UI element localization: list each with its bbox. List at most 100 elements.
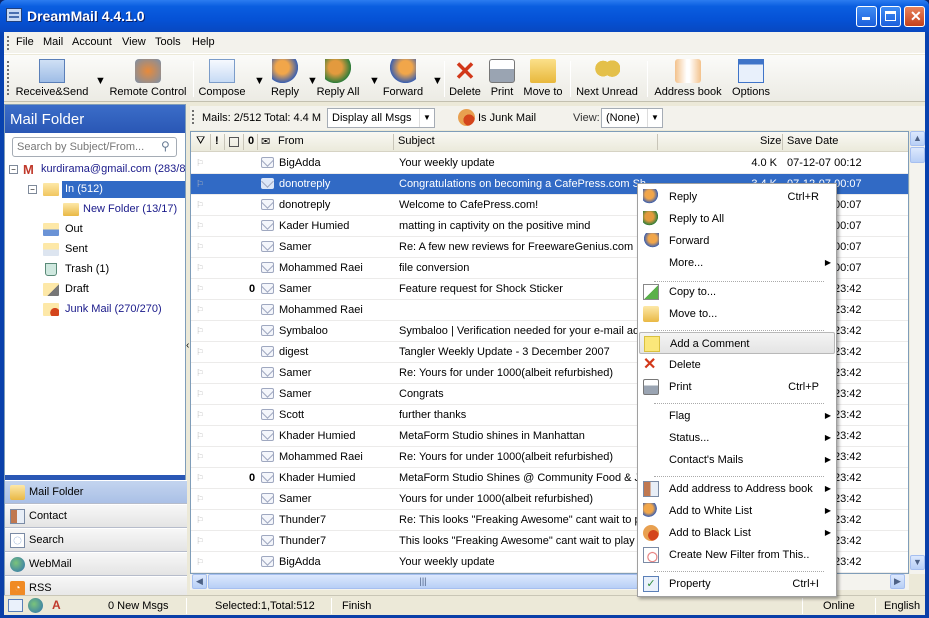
column-save-date[interactable]: Save Date bbox=[787, 135, 838, 147]
menubar-grip[interactable] bbox=[7, 36, 9, 50]
account-node[interactable]: kurdirama@gmail.com (283/8 bbox=[41, 161, 185, 178]
flag-icon[interactable]: ⚐ bbox=[196, 557, 205, 568]
nav-search[interactable]: Search bbox=[5, 528, 187, 552]
menu-account[interactable]: Account bbox=[72, 36, 112, 48]
menu-reply[interactable]: Reply Ctrl+R bbox=[639, 186, 835, 208]
menu-help[interactable]: Help bbox=[192, 36, 215, 48]
reply-all-button[interactable]: Reply All bbox=[316, 57, 360, 101]
attachment-column-icon[interactable]: 0 bbox=[248, 135, 254, 147]
flag-icon[interactable]: ⚐ bbox=[196, 326, 205, 337]
flag-icon[interactable]: ⚐ bbox=[196, 200, 205, 211]
flag-icon[interactable]: ⚐ bbox=[196, 179, 205, 190]
mail-row[interactable]: ⚐ BigAdda Your weekly update 4.0 K 07-12-07 … bbox=[191, 153, 908, 174]
forward-button[interactable]: Forward bbox=[378, 57, 428, 101]
menu-view[interactable]: View bbox=[122, 36, 146, 48]
minimize-button[interactable] bbox=[856, 6, 877, 27]
folder-draft[interactable]: Draft bbox=[65, 281, 89, 298]
scroll-up-button[interactable]: ▲ bbox=[910, 131, 925, 146]
flag-icon[interactable]: ⚐ bbox=[196, 221, 205, 232]
move-to-button[interactable]: Move to bbox=[520, 57, 566, 101]
column-subject[interactable]: Subject bbox=[398, 135, 435, 147]
folder-new-folder[interactable]: New Folder (13/17) bbox=[83, 201, 177, 218]
collapse-panel-icon[interactable]: ‹ bbox=[186, 340, 189, 351]
priority-column-icon[interactable]: ! bbox=[215, 135, 219, 147]
scroll-right-button[interactable]: ▶ bbox=[890, 574, 905, 589]
font-icon[interactable]: A bbox=[52, 598, 61, 612]
address-book-button[interactable]: Address book bbox=[652, 57, 724, 101]
is-junk-mail-button[interactable]: Is Junk Mail bbox=[478, 112, 536, 124]
toolbar-grip[interactable] bbox=[192, 110, 194, 124]
nav-contact[interactable]: Contact bbox=[5, 504, 187, 528]
next-unread-button[interactable]: Next Unread bbox=[574, 57, 640, 101]
search-icon[interactable]: ⚲ bbox=[161, 139, 170, 153]
view-select[interactable]: (None) ▼ bbox=[601, 108, 663, 128]
flag-icon[interactable]: ⚐ bbox=[196, 431, 205, 442]
folder-junk-mail[interactable]: Junk Mail (270/270) bbox=[65, 301, 162, 318]
print-button[interactable]: Print bbox=[486, 57, 518, 101]
remote-control-button[interactable]: Remote Control bbox=[108, 57, 188, 101]
menu-add-comment[interactable]: Add a Comment bbox=[639, 332, 835, 354]
menu-status[interactable]: Status... ▶ bbox=[639, 427, 835, 449]
menu-delete[interactable]: ✕ Delete bbox=[639, 354, 835, 376]
delete-button[interactable]: ✕ Delete bbox=[447, 57, 483, 101]
menu-more[interactable]: More... ▶ bbox=[639, 252, 835, 274]
flag-icon[interactable]: ⚐ bbox=[196, 284, 205, 295]
folder-trash[interactable]: Trash (1) bbox=[65, 261, 109, 278]
menu-add-address[interactable]: Add address to Address book ▶ bbox=[639, 478, 835, 500]
menu-print[interactable]: Print Ctrl+P bbox=[639, 376, 835, 398]
folder-search-input[interactable]: Search by Subject/From... bbox=[12, 137, 177, 157]
menu-property[interactable]: ✓ Property Ctrl+I bbox=[639, 573, 835, 595]
menu-copy-to[interactable]: Copy to... bbox=[639, 281, 835, 303]
menu-mail[interactable]: Mail bbox=[43, 36, 63, 48]
reply-button[interactable]: Reply bbox=[264, 57, 306, 101]
column-size[interactable]: Size bbox=[760, 135, 781, 147]
menu-flag[interactable]: Flag ▶ bbox=[639, 405, 835, 427]
menu-tools[interactable]: Tools bbox=[155, 36, 181, 48]
flag-icon[interactable]: ⚐ bbox=[196, 410, 205, 421]
menu-add-white-list[interactable]: Add to White List ▶ bbox=[639, 500, 835, 522]
close-button[interactable]: ✕ bbox=[904, 6, 925, 27]
menu-file[interactable]: File bbox=[16, 36, 34, 48]
folder-in[interactable]: In (512) bbox=[62, 181, 185, 198]
flag-icon[interactable]: ⚐ bbox=[196, 515, 205, 526]
nav-webmail[interactable]: WebMail bbox=[5, 552, 187, 576]
new-mail-icon[interactable] bbox=[8, 599, 23, 612]
scroll-left-button[interactable]: ◀ bbox=[192, 574, 207, 589]
vertical-scrollbar[interactable]: ▲ ▼ bbox=[910, 131, 925, 574]
scroll-thumb[interactable] bbox=[910, 147, 925, 163]
folder-sent[interactable]: Sent bbox=[65, 241, 88, 258]
menu-move-to[interactable]: Move to... bbox=[639, 303, 835, 325]
flag-icon[interactable]: ⚐ bbox=[196, 452, 205, 463]
menu-contacts-mails[interactable]: Contact's Mails ▶ bbox=[639, 449, 835, 471]
flag-icon[interactable]: ⚐ bbox=[196, 263, 205, 274]
menu-forward[interactable]: Forward bbox=[639, 230, 835, 252]
toolbar-grip[interactable] bbox=[7, 61, 9, 95]
flag-icon[interactable]: ⚐ bbox=[196, 389, 205, 400]
menu-reply-to-all[interactable]: Reply to All bbox=[639, 208, 835, 230]
flag-icon[interactable]: ⚐ bbox=[196, 536, 205, 547]
language-status[interactable]: English bbox=[884, 600, 920, 612]
menu-add-black-list[interactable]: Add to Black List ▶ bbox=[639, 522, 835, 544]
receive-send-button[interactable]: Receive&Send bbox=[12, 57, 92, 101]
flag-icon[interactable]: ⚐ bbox=[196, 473, 205, 484]
envelope-column-icon[interactable]: ✉ bbox=[261, 135, 270, 148]
collapse-icon[interactable]: − bbox=[9, 165, 18, 174]
flag-column-icon[interactable]: ⛛ bbox=[196, 135, 205, 148]
flag-icon[interactable]: ⚐ bbox=[196, 242, 205, 253]
flag-icon[interactable]: ⚐ bbox=[196, 347, 205, 358]
globe-icon[interactable] bbox=[28, 598, 43, 613]
display-filter-select[interactable]: Display all Msgs ▼ bbox=[327, 108, 435, 128]
nav-mail-folder[interactable]: Mail Folder bbox=[5, 480, 187, 504]
compose-button[interactable]: Compose bbox=[197, 57, 247, 101]
flag-icon[interactable]: ⚐ bbox=[196, 305, 205, 316]
scroll-down-button[interactable]: ▼ bbox=[910, 555, 925, 570]
flag-icon[interactable]: ⚐ bbox=[196, 368, 205, 379]
comment-column-icon[interactable] bbox=[229, 137, 239, 147]
flag-icon[interactable]: ⚐ bbox=[196, 494, 205, 505]
menu-create-filter[interactable]: Create New Filter from This.. bbox=[639, 544, 835, 566]
column-from[interactable]: From bbox=[278, 135, 304, 147]
flag-icon[interactable]: ⚐ bbox=[196, 158, 205, 169]
collapse-icon[interactable]: − bbox=[28, 185, 37, 194]
maximize-button[interactable] bbox=[880, 6, 901, 27]
folder-out[interactable]: Out bbox=[65, 221, 83, 238]
